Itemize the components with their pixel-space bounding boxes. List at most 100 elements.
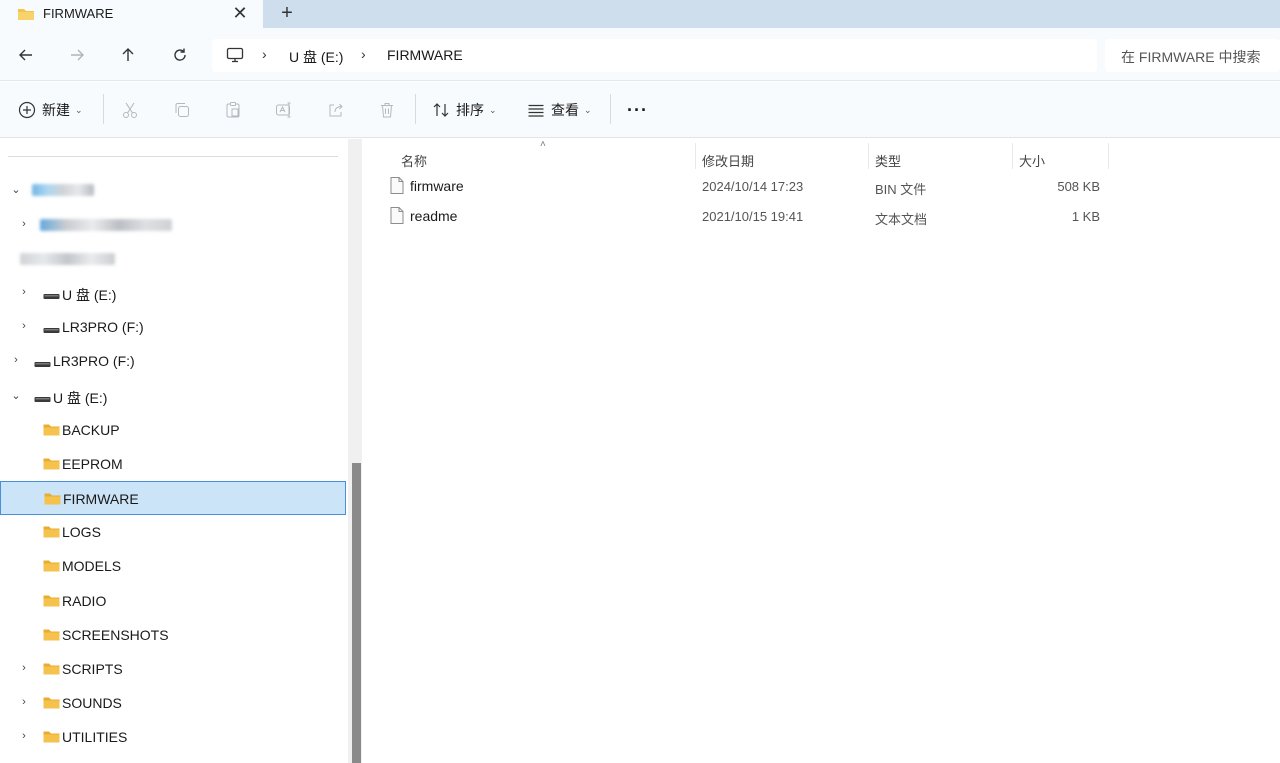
trash-icon xyxy=(381,103,393,118)
file-row[interactable]: firmware 2024/10/14 17:23 BIN 文件 508 KB xyxy=(384,171,1114,201)
tree-item[interactable]: BACKUP xyxy=(0,413,346,447)
file-date: 2021/10/15 19:41 xyxy=(702,209,804,224)
tree-item[interactable]: › LR3PRO (F:) xyxy=(0,344,346,378)
refresh-button[interactable] xyxy=(166,41,194,69)
file-size: 1 KB xyxy=(1071,209,1100,224)
chevron-right-icon[interactable]: › xyxy=(18,286,30,298)
refresh-icon xyxy=(174,48,186,61)
tree-item[interactable]: SCREENSHOTS xyxy=(0,618,346,652)
folder-icon xyxy=(43,594,60,610)
file-size: 508 KB xyxy=(1057,179,1100,194)
breadcrumb-folder[interactable]: FIRMWARE xyxy=(387,47,463,63)
file-row[interactable]: readme 2021/10/15 19:41 文本文档 1 KB xyxy=(384,201,1114,231)
divider xyxy=(8,156,338,157)
share-button[interactable] xyxy=(327,96,345,124)
file-name: readme xyxy=(410,208,458,224)
tree-item[interactable]: MODELS xyxy=(0,549,346,583)
drive-icon xyxy=(34,356,51,372)
paste-button[interactable] xyxy=(224,96,242,124)
folder-icon xyxy=(43,423,60,439)
tree-item[interactable]: RADIO xyxy=(0,584,346,618)
chevron-right-icon: › xyxy=(22,218,26,230)
tree-item-label: BACKUP xyxy=(62,422,120,438)
chevron-right-icon[interactable]: › xyxy=(18,730,30,742)
folder-icon xyxy=(43,662,60,678)
tree-item[interactable]: › UTILITIES xyxy=(0,720,346,754)
divider xyxy=(610,94,611,124)
tree-item-label: RADIO xyxy=(62,593,107,609)
tree-item-label: FIRMWARE xyxy=(63,491,139,507)
search-input[interactable]: 在 FIRMWARE 中搜索 xyxy=(1105,39,1280,72)
scrollbar-thumb[interactable] xyxy=(352,463,361,763)
plus-circle-icon xyxy=(18,101,36,119)
copy-button[interactable] xyxy=(173,96,191,124)
close-icon[interactable]: ✕ xyxy=(229,2,251,24)
copy-icon xyxy=(175,103,189,117)
tree-item[interactable]: › U 盘 (E:) xyxy=(0,276,346,310)
sort-icon xyxy=(433,103,449,117)
search-placeholder: 在 FIRMWARE 中搜索 xyxy=(1121,49,1261,65)
chevron-right-icon[interactable]: › xyxy=(18,696,30,708)
tree-item-label: MODELS xyxy=(62,558,122,574)
up-button[interactable] xyxy=(114,41,142,69)
folder-icon xyxy=(18,9,34,20)
tree-item-redacted[interactable]: ⌄ xyxy=(0,173,346,207)
sort-button[interactable]: 排序 ⌄ xyxy=(432,96,497,124)
more-options-icon[interactable]: ··· xyxy=(627,96,648,124)
tab-title: FIRMWARE xyxy=(43,6,114,21)
rename-icon xyxy=(276,102,291,118)
tree-item-label: LOGS xyxy=(62,524,101,540)
share-icon xyxy=(329,103,343,117)
tree-item-label: SCREENSHOTS xyxy=(62,627,169,643)
folder-icon xyxy=(43,696,60,712)
chevron-expanded-icon: ⌄ xyxy=(11,184,21,196)
forward-button[interactable] xyxy=(63,41,91,69)
tree-item-redacted[interactable] xyxy=(0,242,346,276)
drive-icon xyxy=(34,391,51,407)
clipboard-icon xyxy=(226,102,240,118)
tree-item-redacted[interactable]: › xyxy=(0,208,346,242)
computer-icon xyxy=(226,47,244,63)
tree-item-label: LR3PRO (F:) xyxy=(62,319,144,335)
column-divider[interactable] xyxy=(1108,143,1109,169)
arrow-right-icon xyxy=(71,49,84,61)
back-button[interactable] xyxy=(12,41,40,69)
arrow-left-icon xyxy=(19,49,32,61)
tree-item[interactable]: › SCRIPTS xyxy=(0,652,346,686)
tab-firmware[interactable]: FIRMWARE ✕ xyxy=(0,0,263,28)
view-button[interactable]: 查看 ⌄ xyxy=(527,96,592,124)
breadcrumb-drive[interactable]: U 盘 (E:) xyxy=(289,47,343,67)
delete-button[interactable] xyxy=(378,96,396,124)
drive-icon xyxy=(43,288,60,304)
folder-icon xyxy=(44,492,61,508)
chevron-right-icon: › xyxy=(262,46,267,62)
tree-item[interactable]: LOGS xyxy=(0,515,346,549)
folder-icon xyxy=(43,730,60,746)
new-button[interactable]: 新建 ⌄ xyxy=(18,96,83,124)
new-label: 新建 xyxy=(42,102,70,118)
list-view-icon xyxy=(528,104,544,117)
chevron-right-icon[interactable]: › xyxy=(18,662,30,674)
new-tab-icon[interactable]: + xyxy=(275,2,299,24)
tree-item-label: UTILITIES xyxy=(62,729,128,745)
chevron-right-icon: › xyxy=(361,46,366,62)
chevron-right-icon[interactable]: › xyxy=(10,354,22,366)
divider xyxy=(415,94,416,124)
tree-item[interactable]: ⌄ U 盘 (E:) xyxy=(0,379,346,413)
tree-item[interactable]: › LR3PRO (F:) xyxy=(0,310,346,344)
chevron-right-icon[interactable]: › xyxy=(18,320,30,332)
cut-button[interactable] xyxy=(121,96,139,124)
chevron-down-icon: ⌄ xyxy=(75,104,83,115)
file-icon xyxy=(390,207,404,227)
redacted-label xyxy=(32,184,94,196)
chevron-down-icon: ⌄ xyxy=(584,104,592,115)
drive-icon xyxy=(43,322,60,338)
chevron-expanded-icon[interactable]: ⌄ xyxy=(10,389,22,402)
address-bar[interactable]: › U 盘 (E:) › FIRMWARE xyxy=(212,39,1097,72)
tree-item[interactable]: › SOUNDS xyxy=(0,686,346,720)
tree-item-label: U 盘 (E:) xyxy=(53,390,108,406)
rename-button[interactable] xyxy=(275,96,293,124)
tree-item[interactable]: FIRMWARE xyxy=(0,481,346,515)
address-row: › U 盘 (E:) › FIRMWARE 在 FIRMWARE 中搜索 xyxy=(0,28,1280,81)
tree-item[interactable]: EEPROM xyxy=(0,447,346,481)
